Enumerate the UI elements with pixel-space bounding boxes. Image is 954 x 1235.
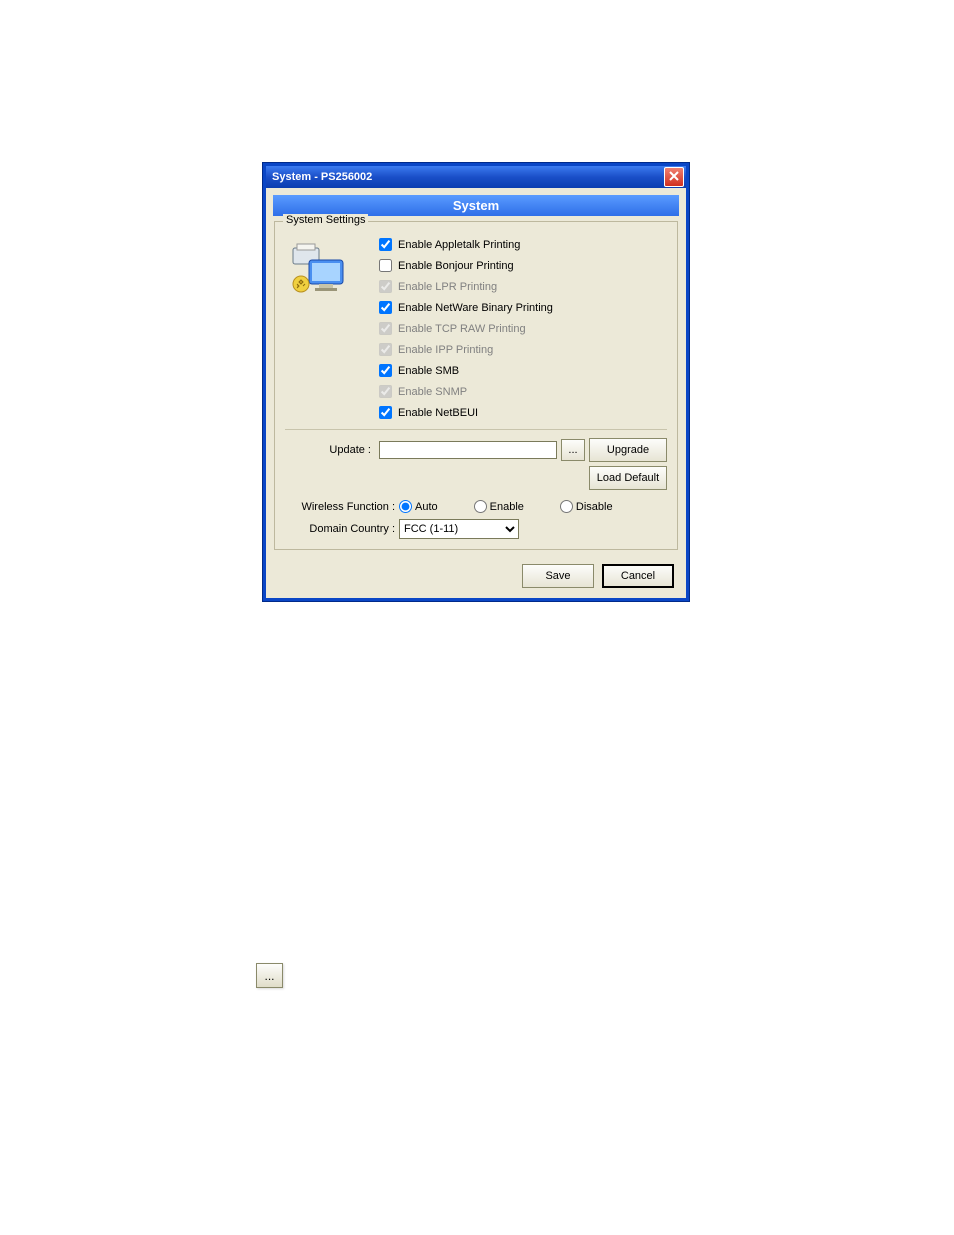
checkbox-label: Enable SNMP — [398, 386, 467, 398]
enable-checkbox — [379, 385, 392, 398]
divider — [285, 429, 667, 430]
enable-checkbox — [379, 343, 392, 356]
enable-checkbox[interactable] — [379, 238, 392, 251]
enable-checkbox[interactable] — [379, 301, 392, 314]
system-dialog: System - PS256002 System System Settings — [263, 163, 689, 601]
group-legend: System Settings — [283, 214, 368, 226]
checkbox-label: Enable NetBEUI — [398, 407, 478, 419]
checkbox-row: Enable NetBEUI — [379, 402, 667, 423]
update-input[interactable] — [379, 441, 557, 459]
wireless-label: Wireless Function : — [285, 501, 399, 513]
checkbox-row: Enable NetWare Binary Printing — [379, 297, 667, 318]
upgrade-button[interactable]: Upgrade — [589, 438, 667, 462]
checkbox-label: Enable IPP Printing — [398, 344, 493, 356]
checkbox-label: Enable NetWare Binary Printing — [398, 302, 553, 314]
close-button[interactable] — [664, 167, 684, 187]
checkbox-label: Enable Appletalk Printing — [398, 239, 520, 251]
enable-checkbox — [379, 280, 392, 293]
printer-monitor-icon — [289, 242, 349, 302]
enable-checkbox[interactable] — [379, 406, 392, 419]
wireless-radio-option[interactable]: Enable — [474, 500, 524, 513]
wireless-radio-option[interactable]: Disable — [560, 500, 613, 513]
window-title: System - PS256002 — [272, 171, 372, 183]
checkbox-label: Enable SMB — [398, 365, 459, 377]
domain-label: Domain Country : — [285, 523, 399, 535]
checkbox-row: Enable Bonjour Printing — [379, 255, 667, 276]
radio-label: Auto — [415, 501, 438, 513]
enable-checkbox — [379, 322, 392, 335]
radio-input[interactable] — [399, 500, 412, 513]
checkbox-label: Enable TCP RAW Printing — [398, 323, 526, 335]
titlebar[interactable]: System - PS256002 — [266, 166, 686, 188]
close-icon — [669, 171, 679, 184]
cancel-button[interactable]: Cancel — [602, 564, 674, 588]
radio-label: Enable — [490, 501, 524, 513]
system-settings-group: System Settings Enable Appleta — [274, 221, 678, 550]
update-label: Update : — [285, 444, 375, 456]
save-button[interactable]: Save — [522, 564, 594, 588]
radio-input[interactable] — [560, 500, 573, 513]
floating-browse-button[interactable]: ... — [256, 963, 283, 988]
checkbox-row: Enable SNMP — [379, 381, 667, 402]
wireless-radio-option[interactable]: Auto — [399, 500, 438, 513]
browse-button[interactable]: ... — [561, 439, 585, 461]
checkbox-label: Enable LPR Printing — [398, 281, 497, 293]
radio-label: Disable — [576, 501, 613, 513]
checkbox-row: Enable LPR Printing — [379, 276, 667, 297]
checkbox-label: Enable Bonjour Printing — [398, 260, 514, 272]
radio-input[interactable] — [474, 500, 487, 513]
domain-country-select[interactable]: FCC (1-11) — [399, 519, 519, 539]
enable-checkbox[interactable] — [379, 364, 392, 377]
checkbox-row: Enable IPP Printing — [379, 339, 667, 360]
checkbox-row: Enable SMB — [379, 360, 667, 381]
load-default-button[interactable]: Load Default — [589, 466, 667, 490]
enable-checkbox[interactable] — [379, 259, 392, 272]
checkbox-row: Enable Appletalk Printing — [379, 234, 667, 255]
checkbox-row: Enable TCP RAW Printing — [379, 318, 667, 339]
